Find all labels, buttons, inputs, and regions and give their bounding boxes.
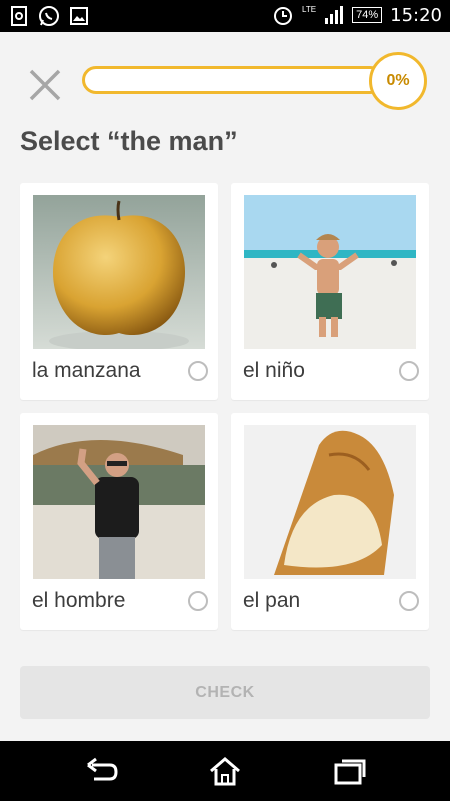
network-type: LTE <box>302 4 317 14</box>
man-waving-image <box>33 425 205 579</box>
option-card-apple[interactable]: la manzana <box>20 183 218 400</box>
option-radio[interactable] <box>399 361 419 381</box>
recent-apps-icon[interactable] <box>332 755 368 787</box>
lesson-screen: 0% Select “the man” la manzana el niño e… <box>0 32 450 741</box>
system-nav-bar <box>0 741 450 801</box>
option-radio[interactable] <box>399 591 419 611</box>
home-icon[interactable] <box>207 755 243 787</box>
option-label: el hombre <box>32 589 126 612</box>
status-bar: LTE 74% 15:20 <box>0 0 450 32</box>
option-radio[interactable] <box>188 591 208 611</box>
signal-icon <box>325 6 344 24</box>
notification-icon <box>11 6 27 26</box>
progress-bar <box>82 66 384 94</box>
option-card-boy[interactable]: el niño <box>231 183 429 400</box>
check-button[interactable]: CHECK <box>20 666 430 719</box>
alarm-icon <box>274 7 293 25</box>
boy-on-beach-image <box>244 195 416 349</box>
progress-percent: 0% <box>369 52 427 110</box>
option-radio[interactable] <box>188 361 208 381</box>
bread-image <box>244 425 416 579</box>
page-title: Select “the man” <box>20 126 238 156</box>
apple-image <box>33 195 205 349</box>
option-label: el niño <box>243 359 305 382</box>
gallery-icon <box>70 7 88 25</box>
option-label: el pan <box>243 589 301 612</box>
close-icon[interactable] <box>28 68 62 102</box>
battery-icon: 74% <box>352 7 383 23</box>
clock: 15:20 <box>390 4 442 26</box>
option-card-man[interactable]: el hombre <box>20 413 218 630</box>
whatsapp-icon <box>39 6 59 26</box>
back-icon[interactable] <box>84 755 120 787</box>
option-label: la manzana <box>32 359 141 382</box>
option-card-bread[interactable]: el pan <box>231 413 429 630</box>
